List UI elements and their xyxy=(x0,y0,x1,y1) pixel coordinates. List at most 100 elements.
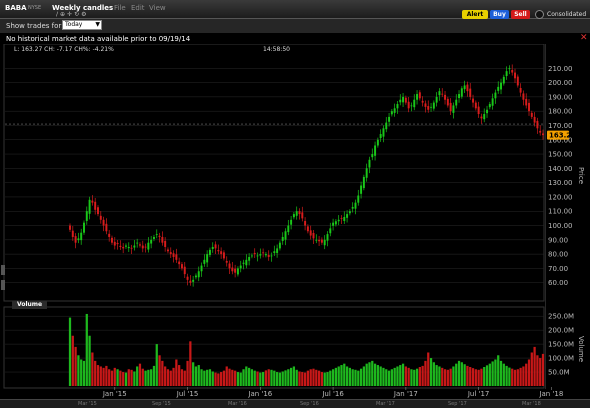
candle-body xyxy=(298,211,301,215)
symbol-label[interactable]: BABA xyxy=(5,4,27,12)
volume-bar xyxy=(418,367,421,386)
volume-bar xyxy=(365,363,368,386)
timeline-label: Sep '16 xyxy=(300,401,319,407)
sell-button[interactable]: Sell xyxy=(511,10,530,19)
candle-body xyxy=(94,201,97,210)
window-titlebar: BABA NYSE Weekly candles File Edit View … xyxy=(0,0,590,19)
show-trades-select[interactable]: Today ▼ xyxy=(62,20,102,30)
axis-divider xyxy=(545,44,546,389)
volume-bar xyxy=(150,369,153,386)
volume-tick-label: 200.0M xyxy=(548,327,574,335)
candle-body xyxy=(203,259,206,264)
candle-body xyxy=(508,68,511,70)
price-tick-label: 200.00 xyxy=(548,79,573,87)
candle-body xyxy=(477,106,480,115)
candle-body xyxy=(97,207,99,215)
volume-bar xyxy=(228,368,231,386)
candle-body xyxy=(175,254,178,260)
candle-body xyxy=(334,221,337,225)
candle-body xyxy=(469,88,472,97)
volume-bar xyxy=(449,368,452,386)
volume-bar xyxy=(340,365,343,386)
candle-body xyxy=(91,200,94,203)
candle-body xyxy=(416,94,419,100)
candle-body xyxy=(379,134,382,139)
candle-body xyxy=(267,254,270,257)
candle-body xyxy=(292,214,295,218)
volume-bar xyxy=(289,367,293,386)
candle-body xyxy=(326,234,329,241)
candle-body xyxy=(396,104,399,109)
toolbar-icons[interactable]: ∕⊕✛↻⚙ xyxy=(56,11,89,18)
menu-view[interactable]: View xyxy=(149,4,166,12)
show-trades-value: Today xyxy=(65,21,83,28)
price-tick-label: 60.00 xyxy=(548,279,568,287)
price-panel-resize-handle[interactable] xyxy=(1,280,5,290)
price-panel-resize-handle[interactable] xyxy=(1,265,5,275)
candle-body xyxy=(276,248,279,253)
volume-bar xyxy=(348,367,352,386)
volume-bar xyxy=(303,372,307,386)
candle-body xyxy=(133,245,136,248)
volume-bar xyxy=(147,369,150,386)
zoom-icon[interactable]: ⊕ xyxy=(60,11,67,18)
volume-bar xyxy=(124,372,128,386)
volume-bar xyxy=(295,369,298,386)
volume-bar xyxy=(502,363,505,386)
volume-bar xyxy=(136,366,139,386)
candle-body xyxy=(486,109,489,114)
candle-body xyxy=(402,96,405,103)
candle-body xyxy=(446,98,449,106)
volume-bar xyxy=(234,370,237,386)
volume-bar xyxy=(331,369,335,386)
candle-body xyxy=(413,99,416,108)
candle-body xyxy=(80,232,83,241)
volume-bar xyxy=(105,365,108,386)
candle-body xyxy=(236,268,239,275)
volume-bar xyxy=(259,372,262,386)
volume-bar xyxy=(301,372,304,386)
candle-body xyxy=(539,130,542,133)
candle-body xyxy=(248,256,251,261)
timeline-label: Mar '16 xyxy=(228,401,247,407)
time-tick-label: Jan '18 xyxy=(538,390,563,398)
volume-bar xyxy=(536,355,539,386)
consolidated-toggle[interactable] xyxy=(535,10,544,19)
volume-bar xyxy=(376,365,379,386)
close-icon[interactable]: ✕ xyxy=(580,33,588,43)
settings-icon[interactable]: ⚙ xyxy=(81,11,88,18)
price-tick-label: 210.00 xyxy=(548,65,573,73)
volume-bar xyxy=(144,370,147,386)
menu-edit[interactable]: Edit xyxy=(131,4,145,12)
timeline-scrollbar[interactable]: Mar '15 Sep '15 Mar '16 Sep '16 Mar '17 … xyxy=(0,399,590,408)
candle-body xyxy=(530,112,533,117)
volume-bar xyxy=(441,367,444,386)
alert-button[interactable]: Alert xyxy=(462,10,488,19)
candle-body xyxy=(318,239,321,242)
volume-bar xyxy=(169,370,172,386)
price-tick-label: 100.00 xyxy=(548,222,573,230)
volume-bar xyxy=(211,371,214,386)
volume-bar xyxy=(320,372,324,386)
candle-body xyxy=(231,267,234,272)
menu-file[interactable]: File xyxy=(114,4,126,12)
candle-body xyxy=(430,106,433,108)
volume-bar xyxy=(387,370,391,386)
volume-bar xyxy=(175,359,178,386)
volume-bar xyxy=(108,369,111,386)
price-chart[interactable]: 60.00 70.00 80.00 90.00 100.00 110.00 120.00 13… xyxy=(0,44,590,399)
volume-bar xyxy=(494,359,497,386)
time-tick-label: Jul '15 xyxy=(176,390,199,398)
volume-bar xyxy=(410,369,413,386)
volume-bar xyxy=(427,352,430,386)
candle-body xyxy=(458,94,461,99)
volume-bar xyxy=(183,370,186,386)
candle-body xyxy=(514,72,516,79)
buy-button[interactable]: Buy xyxy=(490,10,509,19)
candle-body xyxy=(155,234,158,235)
candle-body xyxy=(83,222,85,233)
price-tick-label: 180.00 xyxy=(548,108,573,116)
candle-body xyxy=(222,252,225,259)
volume-bar xyxy=(186,360,189,386)
volume-bar xyxy=(133,371,136,386)
